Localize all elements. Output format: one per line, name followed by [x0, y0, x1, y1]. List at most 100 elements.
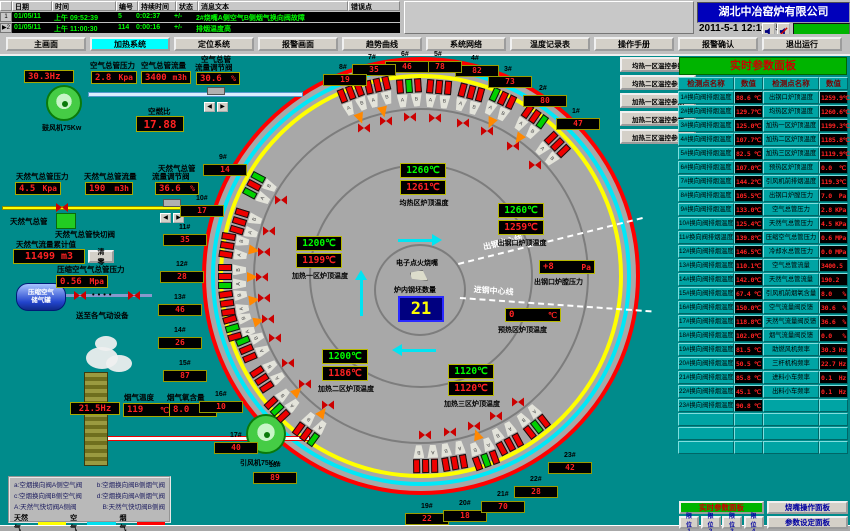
- param-value-num: 150.0: [736, 302, 754, 313]
- menu-button-9[interactable]: 退出运行: [762, 37, 842, 51]
- param-value: 146.5℃: [734, 245, 763, 258]
- sensor-label: 7#: [368, 54, 376, 61]
- param-value-unit: Hz: [839, 358, 846, 369]
- param-empty-cell: [819, 441, 848, 454]
- gas-valve-decrease-button[interactable]: ◀: [160, 213, 171, 223]
- menu-button-0[interactable]: 主画面: [6, 37, 86, 51]
- gas-shutoff-valve-icon: [56, 203, 68, 212]
- param-value-num: 2.8: [821, 204, 832, 215]
- settings-panel-button[interactable]: 参数设定面板: [767, 516, 848, 529]
- param-value: 81.5℃: [734, 343, 763, 356]
- alarm-col-6: 错误点: [348, 1, 400, 11]
- param-value: 142.0℃: [734, 273, 763, 286]
- burner-cone-row: AB: [233, 235, 250, 262]
- param-value: 110.1℃: [734, 259, 763, 272]
- menu-button-6[interactable]: 温度记录表: [510, 37, 590, 51]
- limit-button-3[interactable]: 限位3: [722, 516, 742, 529]
- menu-button-2[interactable]: 定位系统: [174, 37, 254, 51]
- param-value-num: 0.6: [821, 232, 832, 243]
- gas-pressure-unit: Kpa: [43, 184, 57, 193]
- param-value-num: 125.4: [736, 218, 754, 229]
- param-value-num: 119.3: [821, 176, 839, 187]
- param-name: 预热区炉顶温度: [763, 161, 819, 174]
- param-value-num: 81.5: [736, 344, 750, 355]
- gas-flow-label: 天然气总管流量: [84, 171, 137, 182]
- alarm-row[interactable]: 01/05/11上午 09:52:3950:02:37+/-2#烧嘴A侧空气B侧…: [12, 12, 400, 22]
- param-value-num: 0.1: [821, 386, 832, 397]
- menu-button-1[interactable]: 加热系统: [90, 37, 170, 51]
- rotation-arrow-top-head: [432, 234, 442, 246]
- flue-temp-value: 119: [127, 405, 143, 415]
- legend-line-label: 天然气: [14, 513, 34, 531]
- param-value-unit: ℃: [754, 372, 761, 383]
- legend-item: d:空烟换向阀A侧烟气阀: [97, 490, 165, 500]
- menu-button-3[interactable]: 报警画面: [258, 37, 338, 51]
- gas-valve-display: 36.6%: [155, 182, 199, 195]
- param-empty-cell: [819, 413, 848, 426]
- valve-indicator: [443, 81, 451, 96]
- sensor-label: 14#: [174, 327, 186, 334]
- menu-button-5[interactable]: 系统网络: [426, 37, 506, 51]
- burner-cone-b: B: [380, 90, 394, 105]
- alarm-cell-5: 2#烧嘴A侧空气B侧烟气换向阀故障: [196, 13, 305, 23]
- air-valve-decrease-button[interactable]: ◀: [204, 102, 215, 112]
- param-value: 190.2: [819, 273, 848, 286]
- param-empty-cell: [763, 413, 819, 426]
- burner-panel-button[interactable]: 烧嘴操作面板: [767, 501, 848, 514]
- gas-valve-label-2: 流量调节阀: [152, 171, 190, 182]
- reset-total-button[interactable]: 清零: [88, 250, 114, 263]
- air-valve-increase-button[interactable]: ▶: [217, 102, 228, 112]
- param-value: 0.1Hz: [819, 371, 848, 384]
- burner-cone-b: B: [439, 442, 452, 457]
- zone-setpoint-display: 1200℃: [296, 236, 342, 251]
- alarm-cell-3: 0:00:16: [136, 24, 160, 31]
- limit-button-4[interactable]: 限位4: [744, 516, 764, 529]
- valve-indicator: [414, 459, 421, 473]
- param-empty-cell: [763, 427, 819, 440]
- menu-button-4[interactable]: 趋势曲线: [342, 37, 422, 51]
- menu-button-7[interactable]: 操作手册: [594, 37, 674, 51]
- sensor-label: 11#: [179, 224, 190, 231]
- zone-actual-display: 1261℃: [400, 180, 446, 195]
- zone-label: 均热区炉顶温度: [386, 198, 462, 208]
- param-value: 45.1℃: [734, 385, 763, 398]
- alarm-row-index[interactable]: ▶2: [0, 23, 12, 33]
- limit-button-1[interactable]: 限位1: [679, 516, 699, 529]
- param-value-unit: ℃: [754, 120, 761, 131]
- param-value-unit: Hz: [839, 372, 846, 383]
- param-value-unit: %: [842, 302, 846, 313]
- preheat-temp-value: 0: [509, 310, 514, 320]
- param-value-unit: ℃: [843, 148, 850, 159]
- air-flow-unit: m3h: [173, 73, 187, 82]
- legend-item: b:空烟换向阀B侧烟气阀: [97, 479, 165, 489]
- flue-temp-unit: ℃: [160, 406, 169, 415]
- alarm-row[interactable]: 01/05/11上午 11:00:301140:00:16+/-排烟温度高: [12, 23, 400, 33]
- smoke-icon-3: [95, 336, 117, 351]
- alarm-cell-0: 01/05/11: [14, 13, 41, 20]
- param-value: 0.6MPa: [819, 231, 848, 244]
- param-col-header-value-1: 数值: [734, 77, 763, 90]
- zone-label: 加热一区炉顶温度: [282, 271, 358, 281]
- param-value-num: 30.6: [821, 302, 835, 313]
- param-value-unit: ℃: [754, 218, 761, 229]
- burner-cone-row: AB: [397, 93, 423, 108]
- param-value-num: 1260.6: [821, 106, 843, 117]
- rotation-arrow-bottom-head: [392, 344, 402, 356]
- flue-temp-display: 119 ℃: [123, 403, 173, 417]
- alarm-row-index[interactable]: 1: [0, 12, 12, 22]
- param-empty-cell: [734, 427, 763, 440]
- air-flow-display: 3400m3h: [141, 71, 191, 84]
- param-name: 23#换向阀排烟温度: [678, 399, 734, 412]
- param-name: 引风机前排烟温度: [763, 175, 819, 188]
- blower-fan-label: 鼓风机75Kw: [42, 123, 81, 133]
- sensor-label: 13#: [174, 294, 186, 301]
- param-name: 6#换向阀排烟温度: [678, 161, 734, 174]
- sensor-value-display: 35: [163, 234, 207, 246]
- sensor-value-display: 40: [214, 442, 258, 454]
- legend-line-swatch: [137, 522, 165, 525]
- param-value-num: 1119.9: [821, 148, 843, 159]
- menu-button-8[interactable]: 报警确认: [678, 37, 758, 51]
- param-value-num: 22.7: [821, 358, 835, 369]
- sensor-label: 1#: [572, 108, 580, 115]
- limit-button-2[interactable]: 限位2: [701, 516, 721, 529]
